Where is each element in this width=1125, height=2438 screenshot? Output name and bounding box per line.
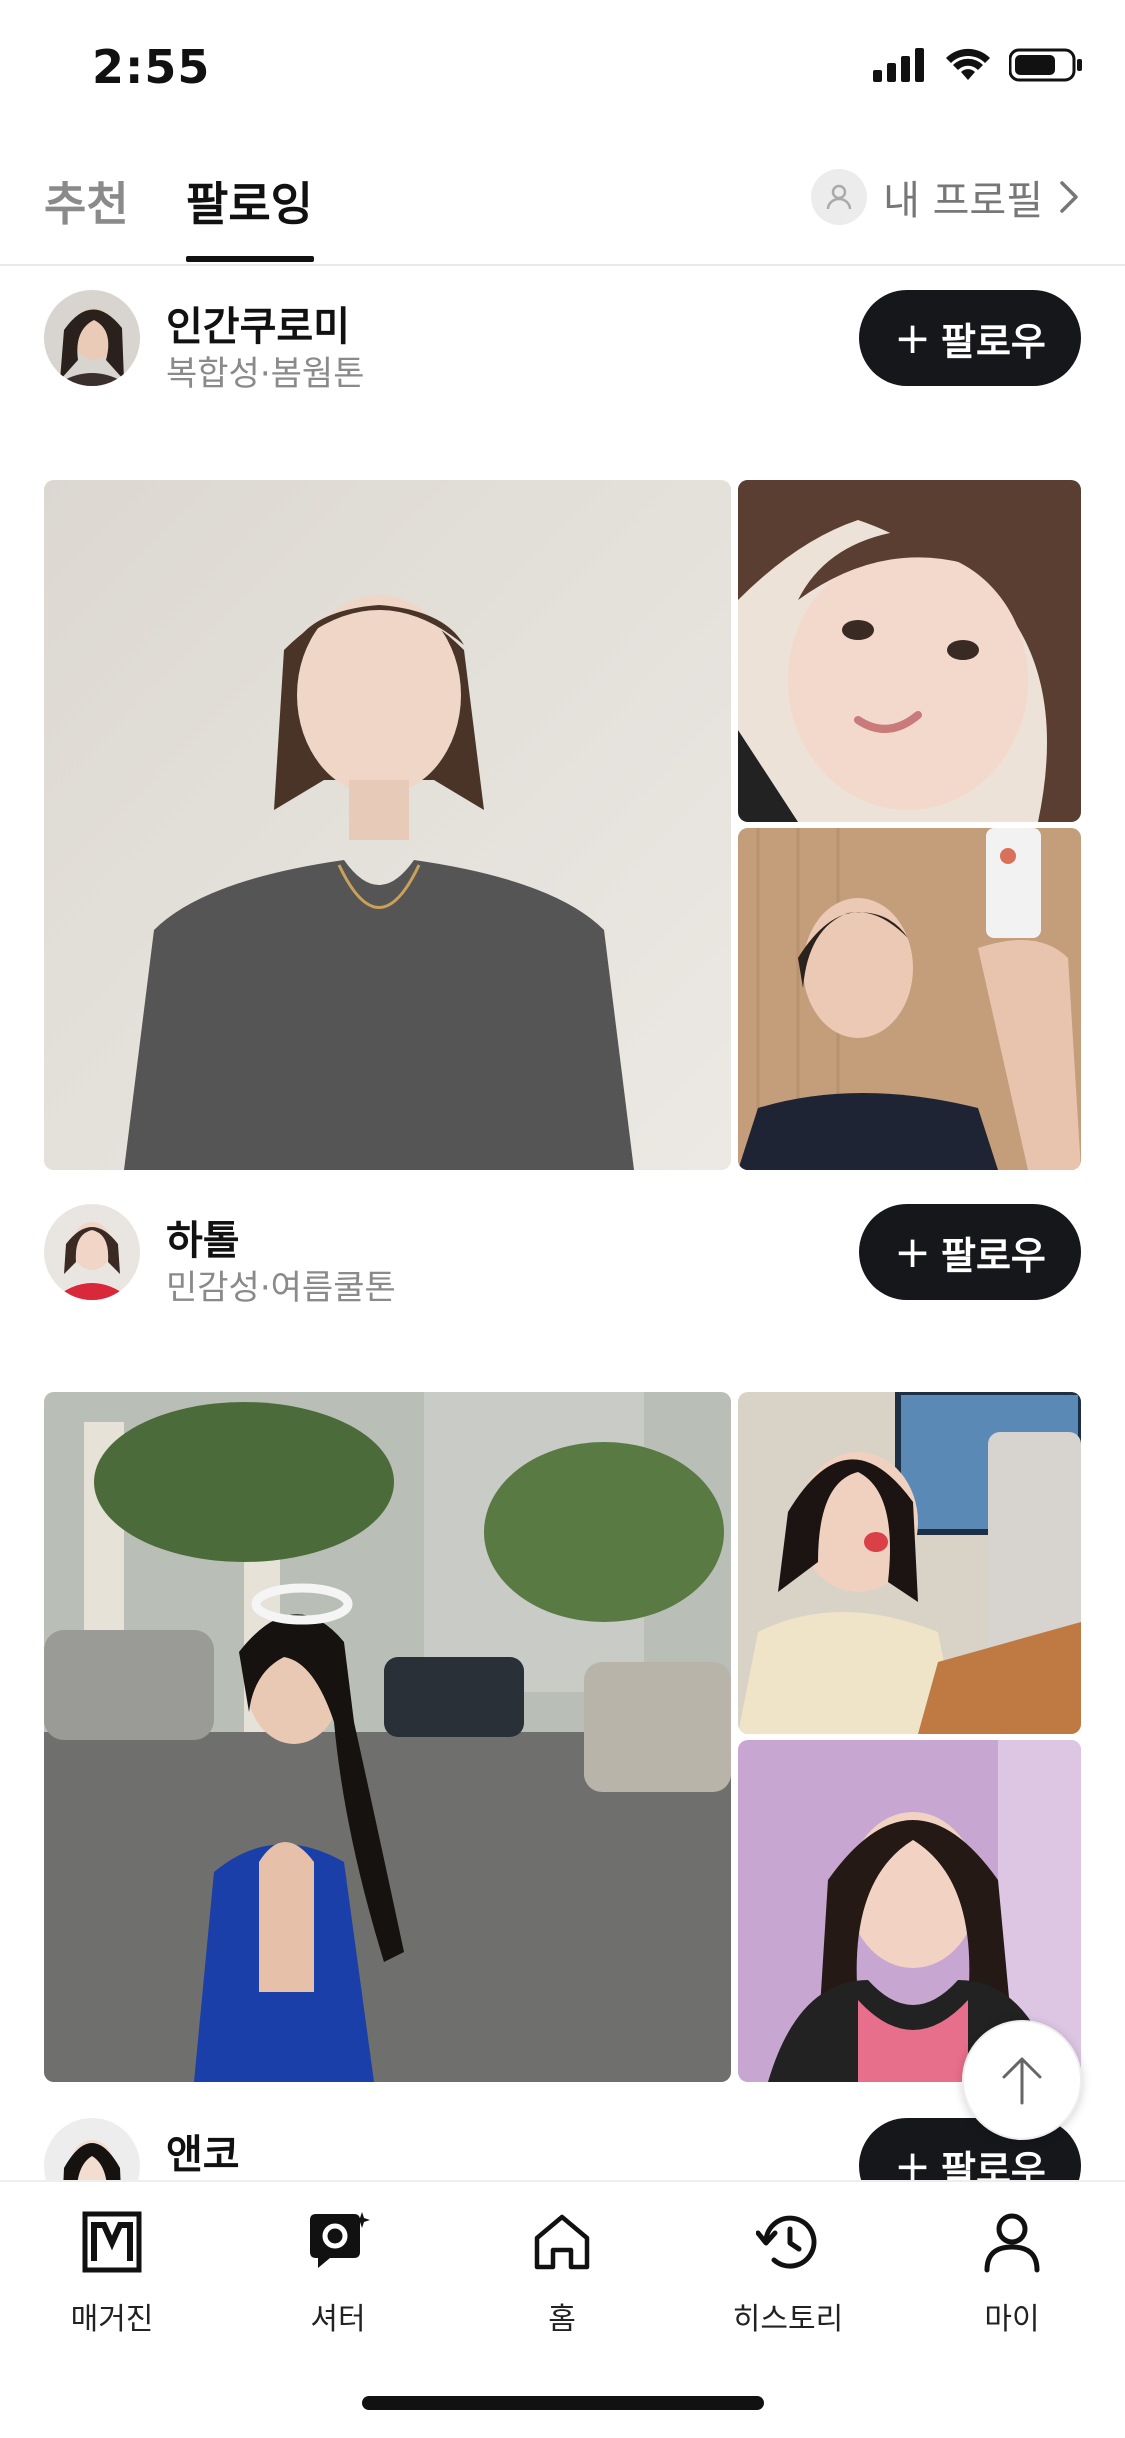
avatar[interactable]: [44, 2118, 140, 2180]
nav-item-magazine[interactable]: 매거진: [22, 2202, 202, 2338]
person-icon: [984, 2213, 1040, 2273]
my-profile-label: 내 프로필: [883, 178, 1043, 224]
avatar: [811, 169, 868, 225]
follow-button[interactable]: + 팔로우: [859, 290, 1081, 386]
scroll-to-top-button[interactable]: [962, 2020, 1082, 2140]
user-skin-tags: 민감성·여름쿨톤: [166, 1268, 396, 1308]
follow-button[interactable]: + 팔로우: [859, 1204, 1081, 1300]
nav-item-shutter[interactable]: 셔터: [248, 2202, 428, 2338]
user-name[interactable]: 인간쿠로미: [166, 294, 350, 352]
follow-label: 팔로우: [940, 2147, 1046, 2181]
user-row[interactable]: 앤코 + 팔로우: [44, 2118, 1081, 2180]
user-name[interactable]: 하톨: [166, 1208, 240, 1266]
tab-recommended[interactable]: 추천: [44, 168, 129, 234]
wifi-icon: [946, 48, 990, 80]
chevron-right-icon: [1060, 181, 1078, 213]
nav-label: 마이: [984, 2302, 1040, 2337]
avatar[interactable]: [44, 1204, 140, 1300]
following-feed[interactable]: 인간쿠로미 복합성·봄웜톤 + 팔로우 하톨 민감성·여름쿨톤 + 팔로우 앤코…: [0, 266, 1125, 2180]
nav-label: 히스토리: [732, 2302, 844, 2337]
nav-label: 매거진: [70, 2302, 154, 2337]
arrow-up-icon: [1002, 2057, 1042, 2105]
top-tabs: 추천 팔로잉 내 프로필: [0, 140, 1125, 266]
follow-label: 팔로우: [940, 1233, 1046, 1278]
nav-item-history[interactable]: 히스토리: [698, 2202, 878, 2338]
status-bar: 2:55: [0, 0, 1125, 140]
avatar[interactable]: [44, 290, 140, 386]
plus-icon: +: [894, 312, 931, 364]
plus-icon: +: [894, 2140, 931, 2181]
nav-label: 셔터: [310, 2302, 366, 2337]
post-photo[interactable]: [738, 828, 1081, 1170]
photo-grid: [44, 480, 1081, 1170]
user-row[interactable]: 하톨 민감성·여름쿨톤 + 팔로우: [44, 1204, 1081, 1308]
signal-icon: [873, 48, 924, 82]
history-icon: [756, 2215, 817, 2269]
photo-grid: [44, 1392, 1081, 2082]
post-photo[interactable]: [738, 1392, 1081, 1734]
nav-label: 홈: [548, 2302, 576, 2337]
user-row[interactable]: 인간쿠로미 복합성·봄웜톤 + 팔로우: [44, 290, 1081, 394]
status-time: 2:55: [92, 40, 211, 94]
nav-item-home[interactable]: 홈: [472, 2202, 652, 2338]
user-skin-tags: 복합성·봄웜톤: [166, 354, 365, 394]
my-profile-link[interactable]: 내 프로필: [811, 168, 1079, 226]
nav-item-my[interactable]: 마이: [922, 2202, 1102, 2338]
battery-icon: [1009, 48, 1082, 82]
active-tab-indicator: [186, 256, 314, 262]
home-indicator: [362, 2396, 764, 2410]
magazine-icon: [82, 2211, 142, 2273]
tab-following[interactable]: 팔로잉: [186, 168, 313, 234]
plus-icon: +: [894, 1226, 931, 1278]
person-icon: [826, 184, 852, 210]
post-photo[interactable]: [44, 480, 731, 1170]
shutter-icon: [310, 2212, 370, 2268]
user-name[interactable]: 앤코: [166, 2122, 240, 2180]
post-photo[interactable]: [44, 1392, 731, 2082]
follow-label: 팔로우: [940, 319, 1046, 364]
post-photo[interactable]: [738, 480, 1081, 822]
home-icon: [534, 2214, 590, 2270]
